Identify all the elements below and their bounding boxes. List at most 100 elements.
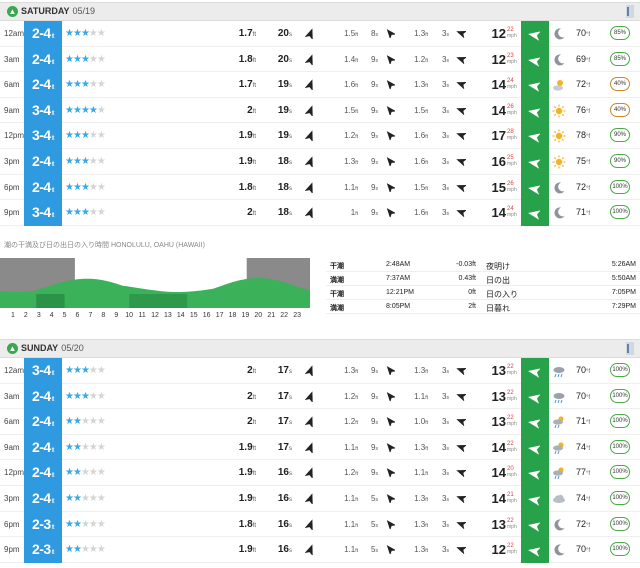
tide-hour-label: 9 <box>114 312 119 319</box>
secondary-swell-direction-icon <box>385 72 397 97</box>
bookmark-icon[interactable] <box>626 5 634 18</box>
surf-rating-stars: ★★★★★ <box>65 123 106 148</box>
tide-row: 干潮 2:48AM -0.03ft 夜明け 5:26AM <box>326 258 640 272</box>
primary-swell-period: 18s <box>277 207 292 219</box>
forecast-row[interactable]: 6am 2-4ft ★★★★★ 2ft 17s 1.2ft 9s 1.0ft 3s 13 22 mph… <box>0 409 640 435</box>
secondary-swell-direction-icon <box>385 149 397 174</box>
surf-rating-stars: ★★★★★ <box>65 435 106 460</box>
wind-speed: 16 <box>491 154 506 169</box>
forecast-row[interactable]: 12am 3-4ft ★★★★★ 2ft 17s 1.3ft 9s 1.3ft 3s 13 22 mp… <box>0 358 640 384</box>
forecast-row[interactable]: 12am 2-4ft ★★★★★ 1.7ft 20s 1.5ft 8s 1.3ft 3s 12 22… <box>0 21 640 47</box>
forecast-row[interactable]: 3am 2-4ft ★★★★★ 1.8ft 20s 1.4ft 9s 1.2ft 3s 12 23 m… <box>0 46 640 73</box>
star-icon: ★ <box>96 104 106 116</box>
primary-swell-direction-icon <box>305 47 317 72</box>
secondary-swell-direction-icon <box>385 409 397 434</box>
secondary-swell-height: 1.2ft <box>344 131 358 141</box>
wind-direction-icon <box>521 123 549 149</box>
forecast-row[interactable]: 6pm 2-4ft ★★★★★ 1.8ft 18s 1.1ft 9s 1.5ft 3s 15 26 m… <box>0 174 640 201</box>
secondary-swell-height: 1.1ft <box>344 442 358 452</box>
temperature: 76°f <box>576 104 591 115</box>
wind-speed: 12 <box>491 26 506 41</box>
wind-speed: 14 <box>491 465 506 481</box>
star-icon: ★ <box>65 207 74 219</box>
wind-speed: 13 <box>491 414 506 430</box>
tertiary-swell-direction-icon <box>456 435 468 460</box>
primary-swell-direction-icon <box>305 175 317 200</box>
surf-rating-stars: ★★★★★ <box>65 72 106 97</box>
primary-swell-height: 1.9ft <box>238 441 256 453</box>
star-icon: ★ <box>88 156 98 167</box>
primary-swell-direction-icon <box>305 358 317 383</box>
collapse-chevron-icon[interactable]: ▲ <box>7 6 18 17</box>
bookmark-icon[interactable] <box>626 342 634 355</box>
primary-swell-period: 16s <box>277 544 292 556</box>
forecast-row[interactable]: 12pm 2-4ft ★★★★★ 1.9ft 16s 1.2ft 9s 1.1ft 3s 14 20… <box>0 460 640 486</box>
primary-swell-height: 1.7ft <box>238 28 256 39</box>
forecast-row[interactable]: 9pm 3-4ft ★★★★★ 2ft 18s 1ft 9s 1.6ft 3s 14 24 mph 71… <box>0 200 640 226</box>
forecast-row[interactable]: 9am 3-4ft ★★★★★ 2ft 19s 1.5ft 9s 1.5ft 3s 14 26 mph… <box>0 97 640 124</box>
wind-gust: 20 mph <box>507 466 517 479</box>
weather-sun-rain-icon <box>552 460 566 485</box>
tide-hour-label: 22 <box>280 312 289 319</box>
day-header-saturday[interactable]: ▲ SATURDAY 05/19 <box>0 2 640 21</box>
day-header-sunday[interactable]: ▲ SUNDAY 05/20 <box>0 339 640 358</box>
star-icon: ★ <box>88 104 98 116</box>
humidity-badge: 40% <box>610 102 630 117</box>
tertiary-swell-period: 3s <box>442 105 449 115</box>
tide-row: 干潮 12:21PM 0ft 日の入り 7:05PM <box>326 286 640 300</box>
star-icon: ★ <box>80 416 90 428</box>
forecast-row[interactable]: 6pm 2-3ft ★★★★★ 1.8ft 16s 1.1ft 5s 1.3ft 3s 13 22 m… <box>0 511 640 538</box>
tertiary-swell-direction-icon <box>456 460 468 485</box>
star-icon: ★ <box>96 441 106 453</box>
temperature: 74°f <box>576 493 591 503</box>
wind-direction-icon <box>521 434 549 461</box>
secondary-swell-direction-icon <box>385 123 397 148</box>
primary-swell-height: 1.9ft <box>238 467 256 479</box>
surf-rating-stars: ★★★★★ <box>65 384 106 409</box>
secondary-swell-direction-icon <box>385 358 397 383</box>
weather-moon-icon <box>552 47 566 72</box>
surf-height-badge: 2-4ft <box>24 486 62 512</box>
tertiary-swell-period: 3s <box>442 468 449 478</box>
tertiary-swell-height: 1.1ft <box>414 391 428 401</box>
secondary-swell-period: 9s <box>371 366 378 375</box>
wind-direction-icon <box>521 174 549 201</box>
tertiary-swell-period: 3s <box>442 545 449 555</box>
wind-gust: 22 mph <box>507 27 517 39</box>
primary-swell-height: 2ft <box>247 365 256 376</box>
collapse-chevron-icon[interactable]: ▲ <box>7 343 18 354</box>
forecast-time: 6pm <box>4 519 20 529</box>
forecast-row[interactable]: 9am 2-4ft ★★★★★ 1.9ft 17s 1.1ft 9s 1.3ft 3s 14 22 m… <box>0 434 640 461</box>
star-icon: ★ <box>72 156 82 167</box>
forecast-time: 9pm <box>4 208 20 218</box>
forecast-row[interactable]: 9pm 2-3ft ★★★★★ 1.9ft 16s 1.1ft 5s 1.3ft 3s 12 22 m… <box>0 537 640 563</box>
tertiary-swell-height: 1.3ft <box>414 545 428 555</box>
star-icon: ★ <box>80 181 90 193</box>
star-icon: ★ <box>80 365 90 376</box>
tide-hour-label: 6 <box>75 312 80 319</box>
star-icon: ★ <box>65 416 74 428</box>
wind-gust: 22 mph <box>507 389 517 402</box>
forecast-row[interactable]: 12pm 3-4ft ★★★★★ 1.9ft 19s 1.2ft 9s 1.6ft 3s 17 28… <box>0 123 640 149</box>
secondary-swell-direction-icon <box>385 21 397 46</box>
primary-swell-height: 1.7ft <box>238 79 256 91</box>
star-icon: ★ <box>88 518 98 530</box>
star-icon: ★ <box>80 79 90 91</box>
tertiary-swell-height: 1.5ft <box>414 105 428 115</box>
temperature: 71°f <box>576 207 591 218</box>
wind-gust: 24 mph <box>507 78 517 91</box>
secondary-swell-period: 9s <box>371 468 378 478</box>
tertiary-swell-direction-icon <box>456 175 468 200</box>
tide-hour-label: 10 <box>125 312 134 319</box>
tertiary-swell-period: 3s <box>442 417 449 427</box>
star-icon: ★ <box>88 467 98 479</box>
secondary-swell-direction-icon <box>385 200 397 225</box>
forecast-row[interactable]: 3am 2-4ft ★★★★★ 2ft 17s 1.2ft 9s 1.1ft 3s 13 22 mph… <box>0 383 640 410</box>
humidity-badge: 85% <box>610 26 630 40</box>
primary-swell-height: 1.8ft <box>238 53 256 65</box>
forecast-row[interactable]: 3pm 2-4ft ★★★★★ 1.9ft 18s 1.3ft 9s 1.6ft 3s 16 25 m… <box>0 149 640 175</box>
forecast-row[interactable]: 6am 2-4ft ★★★★★ 1.7ft 19s 1.6ft 9s 1.3ft 3s 14 24 m… <box>0 72 640 98</box>
forecast-row[interactable]: 3pm 2-4ft ★★★★★ 1.9ft 16s 1.1ft 5s 1.3ft 3s 14 21 m… <box>0 486 640 512</box>
star-icon: ★ <box>65 390 74 402</box>
tide-time: 2:48AM <box>386 261 411 268</box>
